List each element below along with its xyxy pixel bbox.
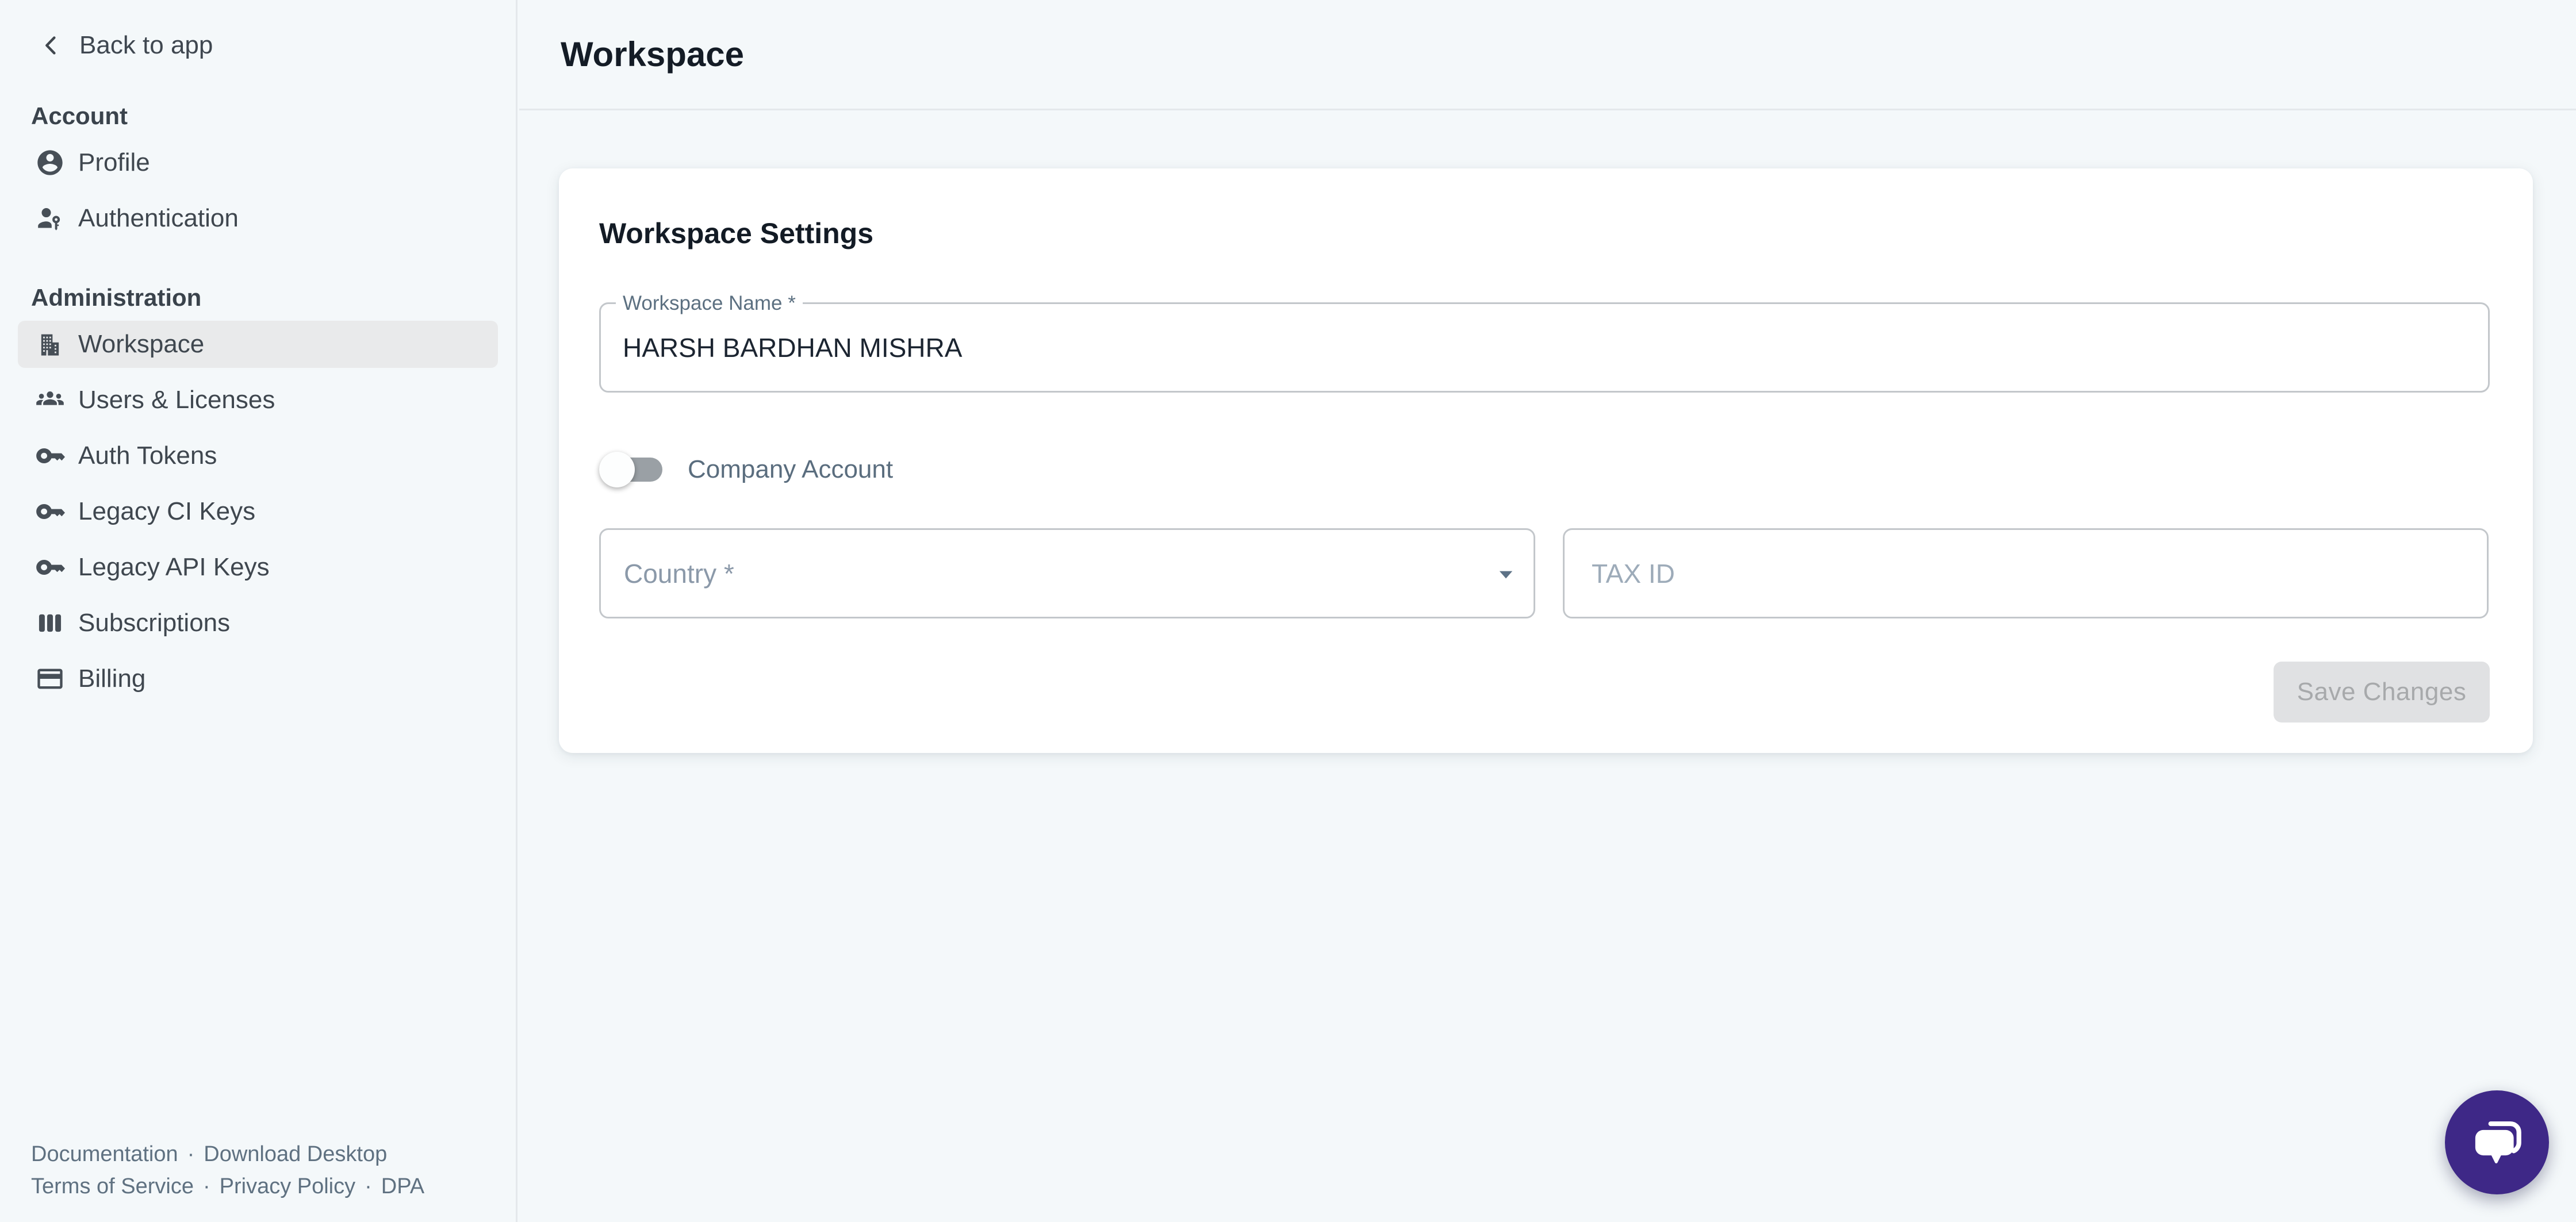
credit-card-icon bbox=[35, 664, 65, 694]
workspace-name-field: Workspace Name * bbox=[599, 302, 2490, 393]
card-title: Workspace Settings bbox=[599, 217, 2490, 249]
workspace-settings-card: Workspace Settings Workspace Name * Comp… bbox=[559, 168, 2533, 753]
groups-icon bbox=[35, 385, 65, 415]
sidebar-item-authentication[interactable]: Authentication bbox=[18, 195, 498, 242]
sidebar-item-workspace[interactable]: Workspace bbox=[18, 321, 498, 368]
sidebar-item-label: Profile bbox=[78, 148, 150, 177]
footer-separator: · bbox=[203, 1174, 210, 1198]
save-changes-button[interactable]: Save Changes bbox=[2274, 662, 2490, 723]
footer-row-2: Terms of Service · Privacy Policy · DPA bbox=[31, 1170, 516, 1202]
back-to-app-button[interactable]: Back to app bbox=[38, 31, 213, 60]
sidebar-item-billing[interactable]: Billing bbox=[18, 655, 498, 702]
footer-separator: · bbox=[365, 1174, 372, 1198]
chevron-down-icon bbox=[1492, 560, 1520, 587]
key-icon bbox=[35, 497, 65, 527]
sidebar-item-label: Users & Licenses bbox=[78, 386, 275, 414]
sidebar-item-label: Auth Tokens bbox=[78, 441, 217, 470]
sidebar-item-subscriptions[interactable]: Subscriptions bbox=[18, 600, 498, 647]
columns-icon bbox=[35, 608, 65, 638]
sidebar-item-label: Subscriptions bbox=[78, 609, 230, 637]
sidebar: Back to app Account Profile Authenticati… bbox=[0, 0, 518, 1222]
sidebar-item-label: Billing bbox=[78, 664, 145, 693]
section-label-account: Account bbox=[31, 102, 516, 130]
footer-separator: · bbox=[187, 1142, 195, 1166]
country-tax-row: Country * bbox=[599, 528, 2490, 618]
company-account-label: Company Account bbox=[688, 455, 893, 484]
chevron-left-icon bbox=[38, 32, 64, 59]
passkey-icon bbox=[35, 203, 65, 233]
sidebar-item-auth-tokens[interactable]: Auth Tokens bbox=[18, 432, 498, 479]
footer-link-download-desktop[interactable]: Download Desktop bbox=[204, 1142, 387, 1166]
footer-link-privacy-policy[interactable]: Privacy Policy bbox=[220, 1174, 356, 1198]
workspace-name-label: Workspace Name * bbox=[616, 291, 803, 316]
sidebar-item-legacy-ci-keys[interactable]: Legacy CI Keys bbox=[18, 488, 498, 535]
sidebar-footer: Documentation · Download Desktop Terms of … bbox=[31, 1138, 516, 1202]
chat-launcher-button[interactable] bbox=[2445, 1090, 2549, 1194]
company-account-toggle[interactable] bbox=[599, 452, 662, 487]
sidebar-item-legacy-api-keys[interactable]: Legacy API Keys bbox=[18, 544, 498, 591]
workspace-name-input[interactable] bbox=[601, 304, 2488, 391]
sidebar-item-label: Authentication bbox=[78, 204, 239, 233]
country-select[interactable]: Country * bbox=[599, 528, 1535, 618]
sidebar-item-profile[interactable]: Profile bbox=[18, 139, 498, 186]
building-icon bbox=[35, 329, 65, 359]
account-circle-icon bbox=[35, 148, 65, 178]
sidebar-item-label: Legacy CI Keys bbox=[78, 497, 255, 526]
footer-row-1: Documentation · Download Desktop bbox=[31, 1138, 516, 1170]
chat-bubbles-icon bbox=[2467, 1113, 2527, 1173]
main-content: Workspace Workspace Settings Workspace N… bbox=[519, 0, 2576, 1222]
page-header: Workspace bbox=[519, 0, 2576, 110]
footer-link-documentation[interactable]: Documentation bbox=[31, 1142, 178, 1166]
footer-link-dpa[interactable]: DPA bbox=[381, 1174, 424, 1198]
sidebar-item-label: Legacy API Keys bbox=[78, 553, 270, 582]
page-title: Workspace bbox=[561, 34, 744, 74]
key-icon bbox=[35, 441, 65, 471]
tax-id-field bbox=[1563, 528, 2489, 618]
sidebar-item-users-licenses[interactable]: Users & Licenses bbox=[18, 376, 498, 424]
toggle-thumb bbox=[599, 452, 635, 487]
tax-id-input[interactable] bbox=[1565, 530, 2487, 617]
company-account-row: Company Account bbox=[599, 452, 2490, 487]
section-label-administration: Administration bbox=[31, 284, 516, 312]
key-icon bbox=[35, 552, 65, 582]
footer-link-terms-of-service[interactable]: Terms of Service bbox=[31, 1174, 194, 1198]
save-row: Save Changes bbox=[599, 662, 2490, 723]
country-select-label: Country * bbox=[624, 558, 1492, 589]
back-to-app-label: Back to app bbox=[79, 31, 213, 60]
sidebar-item-label: Workspace bbox=[78, 330, 204, 359]
